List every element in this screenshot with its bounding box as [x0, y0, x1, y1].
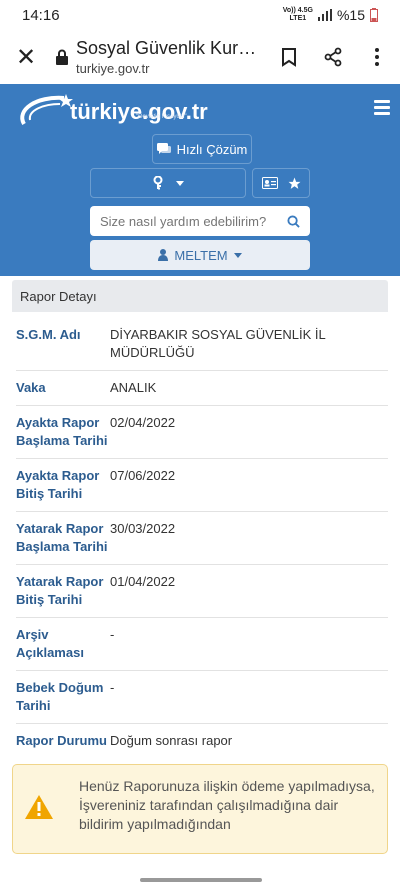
id-card-button[interactable]	[252, 168, 310, 198]
page-title: Sosyal Güvenlik Kurum...	[76, 38, 266, 58]
page-info[interactable]: Sosyal Güvenlik Kurum... turkiye.gov.tr	[76, 38, 266, 76]
network-indicator: Vo)) 4.5G LTE1	[283, 7, 313, 23]
chat-icon	[156, 143, 171, 154]
detail-label: Arşiv Açıklaması	[16, 627, 84, 660]
home-gesture-bar[interactable]	[140, 878, 262, 882]
detail-label: Vaka	[16, 380, 46, 395]
detail-row: Ayakta Rapor Bitiş Tarihi 07/06/2022	[16, 459, 388, 512]
search-bar[interactable]	[90, 206, 310, 236]
detail-label: Rapor Durumu	[16, 733, 107, 748]
search-icon[interactable]	[287, 214, 300, 228]
browser-toolbar: ✕ Sosyal Güvenlik Kurum... turkiye.gov.t…	[0, 30, 400, 84]
network-bottom-label: LTE1	[289, 15, 307, 22]
status-time: 14:16	[22, 6, 60, 24]
star-icon[interactable]	[288, 177, 301, 190]
detail-label: Yatarak Rapor Başlama Tarihi	[16, 521, 108, 554]
id-card-icon	[261, 177, 278, 189]
detail-row: Ayakta Rapor Başlama Tarihi 02/04/2022	[16, 406, 388, 459]
menu-icon[interactable]	[374, 100, 390, 118]
detail-value: DİYARBAKIR SOSYAL GÜVENLİK İL MÜDÜRLÜĞÜ	[110, 327, 326, 360]
detail-row: Bebek Doğum Tarihi -	[16, 671, 388, 724]
battery-percent: %15	[336, 7, 365, 23]
logo-subtitle: "Devletin Kısayolu"	[136, 114, 187, 120]
detail-value: ANALIK	[110, 380, 157, 395]
detail-label: S.G.M. Adı	[16, 327, 81, 342]
user-menu-button[interactable]: MELTEM	[90, 240, 310, 270]
lock-icon	[56, 49, 68, 65]
detail-value: -	[110, 680, 115, 695]
panel-title: Rapor Detayı	[12, 280, 388, 312]
status-indicators: Vo)) 4.5G LTE1 %15	[283, 7, 378, 23]
detail-value: 02/04/2022	[110, 415, 176, 430]
key-icon	[153, 176, 163, 190]
battery-icon	[370, 8, 378, 22]
bookmark-icon[interactable]	[278, 46, 300, 68]
detail-row: Yatarak Rapor Bitiş Tarihi 01/04/2022	[16, 565, 388, 618]
alert-text: Henüz Raporunuza ilişkin ödeme yapılmadı…	[79, 778, 375, 832]
more-options-icon[interactable]	[366, 46, 388, 68]
caret-down-icon	[233, 252, 242, 258]
detail-row: Rapor Durumu Doğum sonrası rapor	[16, 724, 388, 758]
report-detail-section: Rapor Detayı S.G.M. Adı DİYARBAKIR SOSYA…	[0, 276, 400, 854]
detail-row: Vaka ANALIK	[16, 371, 388, 406]
quick-solution-button[interactable]: Hızlı Çözüm	[152, 134, 252, 164]
search-input[interactable]	[100, 213, 287, 229]
warning-icon	[25, 795, 53, 819]
detail-value: 07/06/2022	[110, 468, 176, 483]
user-name: MELTEM	[174, 247, 228, 263]
detail-row: Yatarak Rapor Başlama Tarihi 30/03/2022	[16, 512, 388, 565]
signal-icon	[317, 9, 332, 21]
detail-value: 01/04/2022	[110, 574, 176, 589]
detail-row: Arşiv Açıklaması -	[16, 618, 388, 671]
detail-value: -	[110, 627, 115, 642]
warning-alert: Henüz Raporunuza ilişkin ödeme yapılmadı…	[12, 764, 388, 854]
user-icon	[158, 249, 169, 261]
site-logo[interactable]: türkiye.gov.tr	[16, 90, 208, 134]
detail-row: S.G.M. Adı DİYARBAKIR SOSYAL GÜVENLİK İL…	[16, 312, 388, 371]
share-icon[interactable]	[322, 46, 344, 68]
quick-solution-label: Hızlı Çözüm	[176, 141, 248, 157]
logo-swoosh-icon	[20, 94, 73, 125]
site-header: türkiye.gov.tr "Devletin Kısayolu" Hızlı…	[0, 84, 400, 276]
logo-text: türkiye.gov.tr	[70, 99, 208, 124]
detail-label: Bebek Doğum Tarihi	[16, 680, 104, 713]
detail-label: Yatarak Rapor Bitiş Tarihi	[16, 574, 104, 607]
detail-value: Doğum sonrası rapor	[110, 733, 233, 748]
detail-label: Ayakta Rapor Başlama Tarihi	[16, 415, 108, 448]
status-bar: 14:16 Vo)) 4.5G LTE1 %15	[0, 0, 400, 30]
detail-label: Ayakta Rapor Bitiş Tarihi	[16, 468, 100, 501]
detail-value: 30/03/2022	[110, 521, 176, 536]
page-url: turkiye.gov.tr	[76, 61, 150, 76]
close-tab-button[interactable]: ✕	[12, 43, 40, 72]
caret-down-icon	[176, 180, 184, 186]
network-top-label: Vo)) 4.5G	[282, 7, 313, 14]
login-dropdown-button[interactable]	[90, 168, 246, 198]
